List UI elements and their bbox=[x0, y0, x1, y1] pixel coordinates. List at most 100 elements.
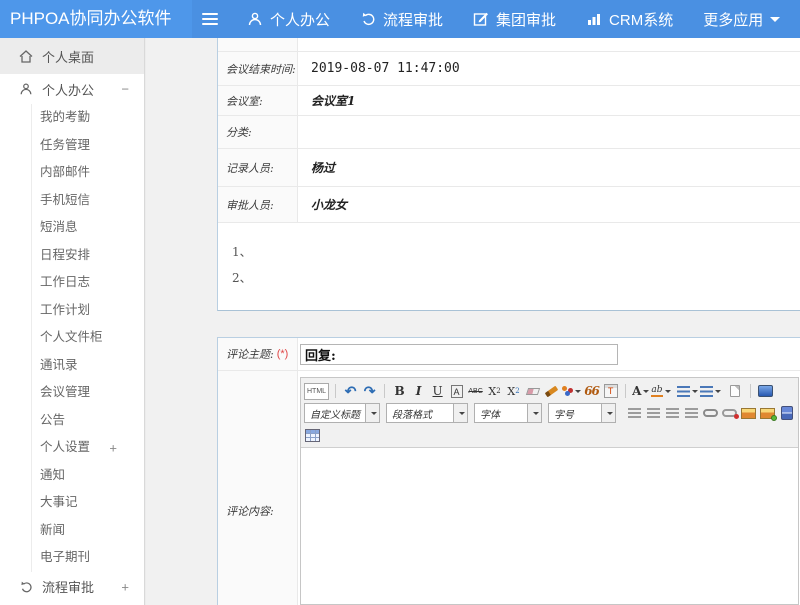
table-row-approver: 审批人员: 小龙女 bbox=[218, 187, 800, 223]
sidebar-item-work-log[interactable]: 工作日志 bbox=[32, 269, 144, 297]
sidebar-item-events[interactable]: 大事记 bbox=[32, 489, 144, 517]
sidebar-item-e-journal[interactable]: 电子期刊 bbox=[32, 544, 144, 572]
format-brush-icon[interactable] bbox=[543, 383, 560, 400]
remove-link-icon[interactable] bbox=[721, 405, 738, 422]
app-logo: PHPOA协同办公软件 bbox=[0, 0, 192, 38]
sidebar-group-label: 个人办公 bbox=[42, 80, 94, 99]
sidebar-item-schedule[interactable]: 日程安排 bbox=[32, 242, 144, 270]
underline-icon[interactable]: U bbox=[429, 383, 446, 400]
meeting-detail-table: 会议结束时间: 2019-08-07 11:47:00 会议室: 会议室1 分类… bbox=[217, 38, 800, 311]
bold-icon[interactable]: B bbox=[391, 383, 408, 400]
sidebar-item-announcement[interactable]: 公告 bbox=[32, 407, 144, 435]
paragraph-format-select[interactable]: 段落格式 bbox=[386, 403, 468, 423]
insert-image-icon[interactable] bbox=[740, 405, 757, 422]
sidebar-item-file-cabinet[interactable]: 个人文件柜 bbox=[32, 324, 144, 352]
blockquote-icon[interactable]: 66 bbox=[583, 383, 600, 400]
main-content: 会议结束时间: 2019-08-07 11:47:00 会议室: 会议室1 分类… bbox=[146, 38, 800, 605]
unordered-list-icon[interactable] bbox=[700, 383, 721, 400]
collapse-icon[interactable]: − bbox=[121, 82, 129, 97]
sidebar-item-short-message[interactable]: 短消息 bbox=[32, 214, 144, 242]
quick-format-icon[interactable]: T bbox=[602, 383, 619, 400]
toolbar-row-2: 自定义标题 段落格式 字体 bbox=[304, 402, 795, 424]
sidebar-item-notice[interactable]: 通知 bbox=[32, 462, 144, 490]
field-value: 2019-08-07 11:47:00 bbox=[298, 52, 800, 85]
sidebar-item-attendance[interactable]: 我的考勤 bbox=[32, 104, 144, 132]
process-icon bbox=[19, 580, 33, 594]
menu-toggle-icon[interactable] bbox=[202, 13, 219, 25]
nav-label: 个人办公 bbox=[270, 9, 330, 30]
border-text-icon[interactable]: A bbox=[451, 385, 463, 398]
sidebar-group-workflow[interactable]: 流程审批 + bbox=[0, 572, 144, 602]
field-label: 评论主题: (*) bbox=[218, 338, 298, 370]
nav-label: 流程审批 bbox=[383, 9, 443, 30]
sidebar-item-work-plan[interactable]: 工作计划 bbox=[32, 297, 144, 325]
meeting-minutes-content: 1、 2、 bbox=[218, 223, 800, 310]
table-row-comment-content: 评论内容: HTML ↶ ↷ B I bbox=[218, 371, 800, 605]
expand-icon[interactable]: + bbox=[121, 579, 129, 594]
align-left-icon[interactable] bbox=[626, 405, 643, 422]
sidebar-item-meeting-management[interactable]: 会议管理 bbox=[32, 379, 144, 407]
editor-content-area[interactable] bbox=[301, 448, 798, 604]
caret-down-icon bbox=[715, 390, 721, 396]
font-family-select[interactable]: 字体 bbox=[474, 403, 542, 423]
fill-color-icon[interactable] bbox=[562, 383, 581, 400]
insert-media-icon[interactable] bbox=[778, 405, 795, 422]
nav-more-apps[interactable]: 更多应用 bbox=[703, 9, 780, 30]
align-center-icon[interactable] bbox=[645, 405, 662, 422]
sidebar-item-desktop[interactable]: 个人桌面 bbox=[0, 38, 144, 74]
comment-subject-input[interactable] bbox=[300, 344, 618, 365]
nav-crm-system[interactable]: CRM系统 bbox=[586, 9, 673, 30]
font-color-icon[interactable]: A bbox=[632, 383, 649, 400]
table-row-comment-subject: 评论主题: (*) bbox=[218, 338, 800, 371]
heading-select[interactable]: 自定义标题 bbox=[304, 403, 380, 423]
nav-group-approval[interactable]: 集团审批 bbox=[473, 9, 556, 30]
sidebar-item-internal-mail[interactable]: 内部邮件 bbox=[32, 159, 144, 187]
nav-workflow-approval[interactable]: 流程审批 bbox=[360, 9, 443, 30]
expand-icon[interactable]: + bbox=[109, 434, 117, 462]
subscript-icon[interactable]: X2 bbox=[505, 383, 522, 400]
field-value: 杨过 bbox=[298, 149, 800, 186]
nav-label: CRM系统 bbox=[609, 9, 673, 30]
highlight-color-icon[interactable]: ab bbox=[651, 383, 670, 400]
field-value: 小龙女 bbox=[298, 187, 800, 222]
insert-flash-icon[interactable] bbox=[759, 405, 776, 422]
redo-icon[interactable]: ↷ bbox=[361, 383, 378, 400]
caret-down-icon bbox=[770, 17, 780, 27]
required-mark: (*) bbox=[277, 348, 289, 360]
superscript-icon[interactable]: X2 bbox=[486, 383, 503, 400]
align-justify-icon[interactable] bbox=[683, 405, 700, 422]
insert-link-icon[interactable] bbox=[702, 405, 719, 422]
new-document-icon[interactable] bbox=[727, 383, 744, 400]
table-row-end-time: 会议结束时间: 2019-08-07 11:47:00 bbox=[218, 52, 800, 86]
divider bbox=[335, 384, 336, 398]
nav-personal-office[interactable]: 个人办公 bbox=[247, 9, 330, 30]
sidebar-group-personal-office[interactable]: 个人办公 − bbox=[0, 74, 144, 104]
field-value: 会议室1 bbox=[298, 86, 800, 115]
sidebar-item-contacts[interactable]: 通讯录 bbox=[32, 352, 144, 380]
remove-format-icon[interactable] bbox=[524, 383, 541, 400]
strikethrough-icon[interactable]: ABC bbox=[467, 383, 484, 400]
fullscreen-icon[interactable] bbox=[757, 383, 774, 400]
user-icon bbox=[247, 11, 263, 27]
field-label: 审批人员: bbox=[218, 187, 298, 222]
minutes-line: 1、 bbox=[232, 239, 800, 265]
sidebar-item-news[interactable]: 新闻 bbox=[32, 517, 144, 545]
sidebar-item-sms[interactable]: 手机短信 bbox=[32, 187, 144, 215]
sidebar-item-personal-settings[interactable]: 个人设置 + bbox=[32, 434, 144, 462]
chart-icon bbox=[586, 11, 602, 27]
html-source-button[interactable]: HTML bbox=[304, 383, 329, 400]
sidebar-item-task-management[interactable]: 任务管理 bbox=[32, 132, 144, 160]
table-row-category: 分类: bbox=[218, 116, 800, 149]
italic-icon[interactable]: I bbox=[410, 383, 427, 400]
caret-down-icon bbox=[365, 404, 379, 422]
divider bbox=[384, 384, 385, 398]
font-size-select[interactable]: 字号 bbox=[548, 403, 616, 423]
ordered-list-icon[interactable] bbox=[677, 383, 698, 400]
undo-icon[interactable]: ↶ bbox=[342, 383, 359, 400]
field-label: 评论内容: bbox=[218, 371, 298, 605]
caret-down-icon bbox=[527, 404, 541, 422]
sidebar-submenu: 我的考勤 任务管理 内部邮件 手机短信 短消息 日程安排 工作日志 工作计划 个… bbox=[31, 104, 144, 572]
align-right-icon[interactable] bbox=[664, 405, 681, 422]
insert-table-icon[interactable] bbox=[304, 427, 321, 444]
divider bbox=[750, 384, 751, 398]
